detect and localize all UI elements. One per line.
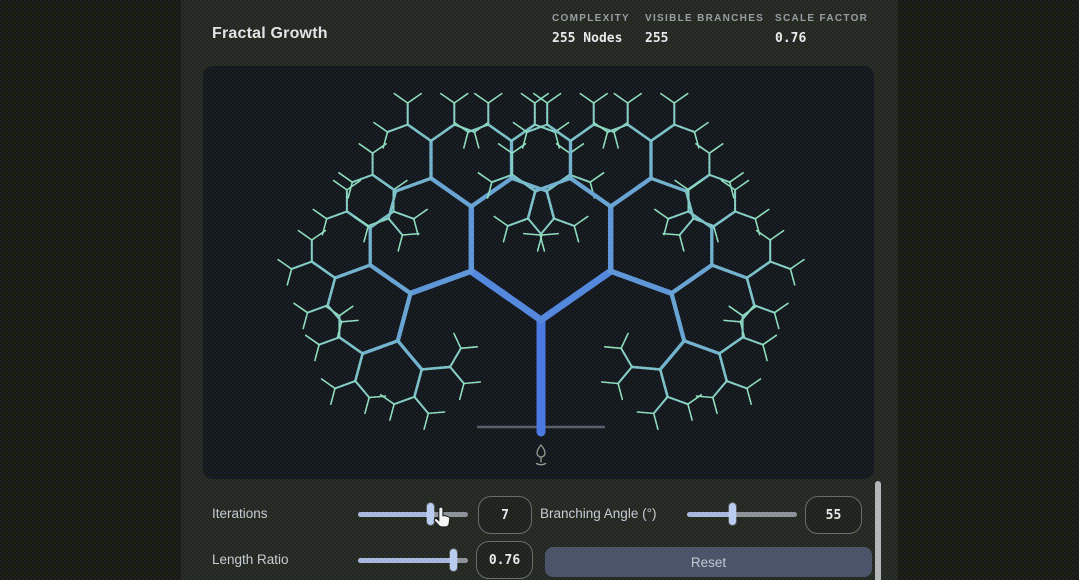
fractal-growth-panel: Fractal Growth COMPLEXITY 255 Nodes VISI… [181,0,898,580]
branching-angle-value-box[interactable]: 55 [805,496,862,534]
stat-value: 255 Nodes [552,31,630,46]
iterations-slider[interactable] [358,503,468,525]
slider-thumb[interactable] [450,549,457,571]
stat-label: VISIBLE BRANCHES [645,13,764,24]
stat-complexity: COMPLEXITY 255 Nodes [552,13,630,46]
stat-label: COMPLEXITY [552,13,630,24]
length-ratio-value-box[interactable]: 0.76 [476,541,533,579]
app-screen: Fractal Growth COMPLEXITY 255 Nodes VISI… [0,0,1079,580]
page-title: Fractal Growth [212,25,328,43]
length-ratio-label: Length Ratio [212,552,289,567]
stat-value: 255 [645,31,764,46]
tree-icon [532,442,550,469]
stat-scale-factor: SCALE FACTOR 0.76 [775,13,868,46]
iterations-label: Iterations [212,506,268,521]
slider-fill [358,512,430,517]
reset-button-label: Reset [691,555,726,570]
slider-thumb[interactable] [427,503,434,525]
reset-button[interactable]: Reset [545,547,872,577]
iterations-value-box[interactable]: 7 [478,496,532,534]
stat-label: SCALE FACTOR [775,13,868,24]
scrollbar-thumb[interactable] [875,481,881,580]
fractal-canvas [203,66,874,479]
branching-angle-slider[interactable] [687,503,797,525]
fractal-tree [203,66,874,479]
stat-value: 0.76 [775,31,868,46]
slider-fill [687,512,732,517]
slider-fill [358,558,453,563]
stat-visible-branches: VISIBLE BRANCHES 255 [645,13,764,46]
branching-angle-label: Branching Angle (°) [540,506,656,521]
length-ratio-slider[interactable] [358,549,468,571]
slider-thumb[interactable] [729,503,736,525]
